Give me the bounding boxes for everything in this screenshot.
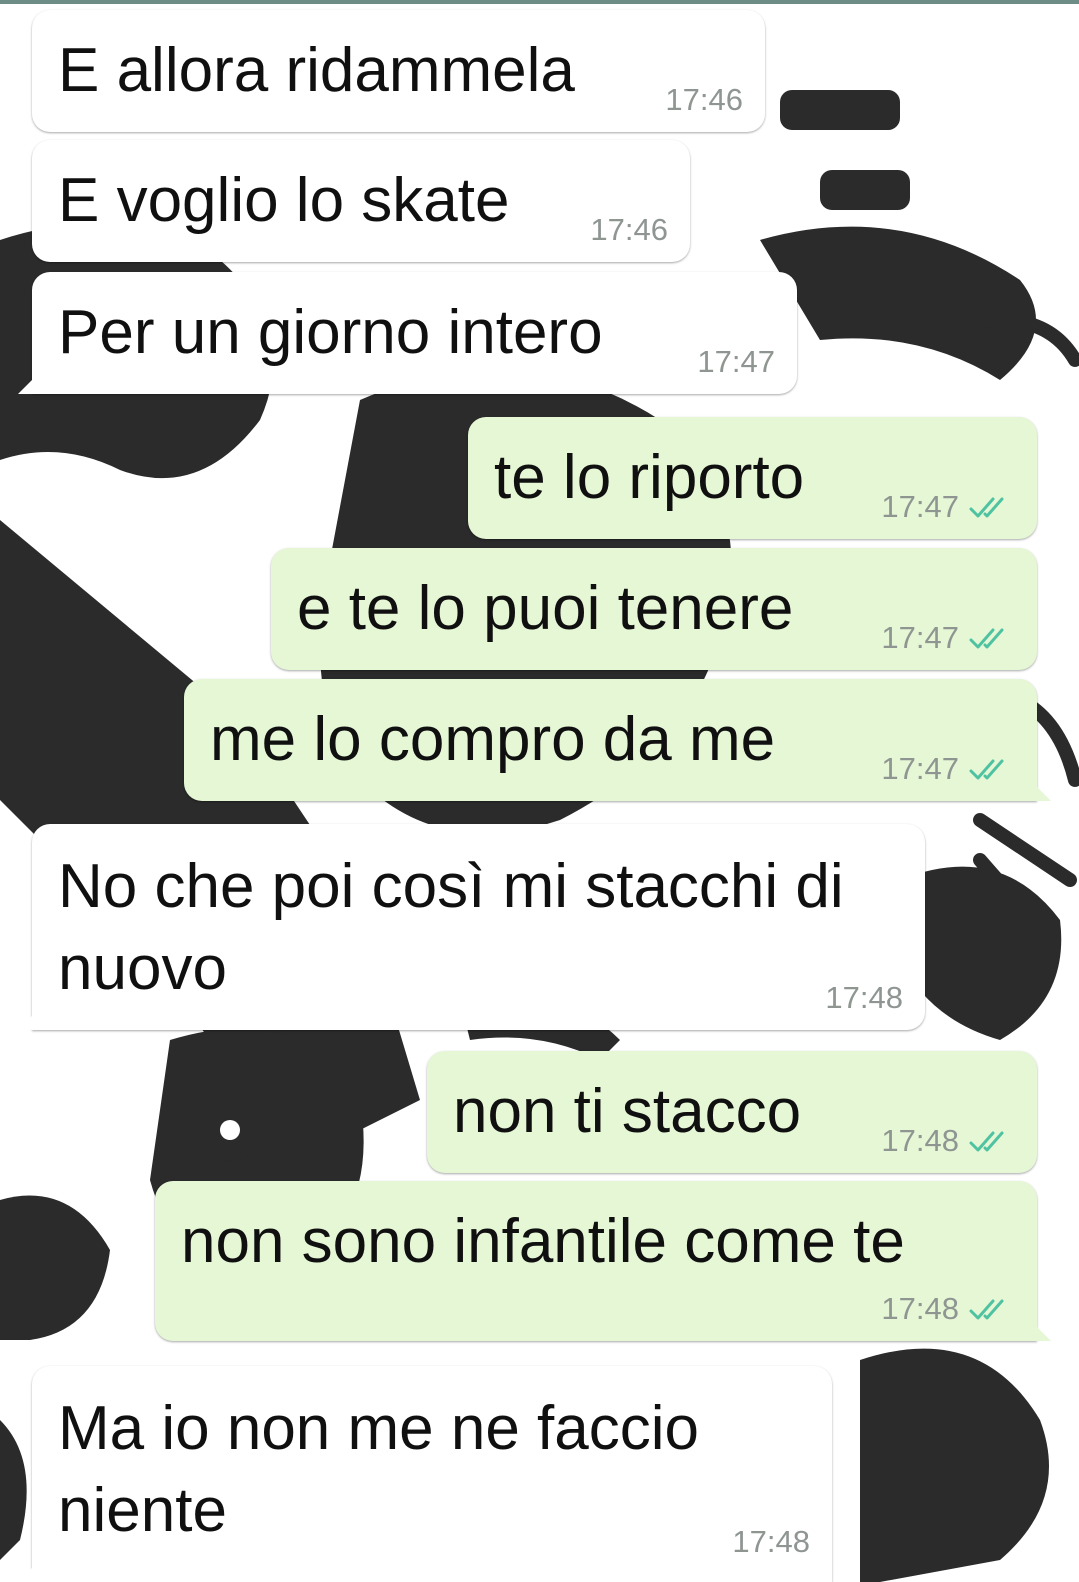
double-check-icon bbox=[969, 1299, 1004, 1320]
message-timestamp: 17:46 bbox=[590, 212, 668, 247]
message-bubble-outgoing[interactable]: te lo riporto 17:47 bbox=[468, 417, 1037, 539]
message-bubble-outgoing[interactable]: e te lo puoi tenere 17:47 bbox=[271, 548, 1037, 670]
message-text: Ma io non me ne faccio niente bbox=[58, 1394, 717, 1545]
message-timestamp: 17:48 bbox=[825, 980, 903, 1015]
bubble-tail bbox=[1033, 783, 1051, 801]
message-timestamp: 17:48 bbox=[732, 1524, 810, 1559]
message-meta: 17:47 bbox=[697, 344, 775, 380]
message-bubble-incoming[interactable]: E voglio lo skate 17:46 bbox=[32, 140, 690, 262]
message-meta: 17:47 bbox=[881, 620, 1015, 656]
message-text: non sono infantile come te bbox=[181, 1207, 905, 1276]
bubble-tail bbox=[18, 1564, 36, 1582]
message-bubble-outgoing[interactable]: non ti stacco 17:48 bbox=[427, 1051, 1037, 1173]
bubble-tail bbox=[1033, 1323, 1051, 1341]
double-check-icon bbox=[969, 628, 1004, 649]
message-timestamp: 17:48 bbox=[881, 1123, 959, 1158]
message-timestamp: 17:46 bbox=[665, 82, 743, 117]
message-meta: 17:48 bbox=[881, 1291, 1015, 1327]
message-bubble-incoming[interactable]: Per un giorno intero 17:47 bbox=[18, 272, 797, 394]
chat-conversation: E allora ridammela 17:46 E voglio lo ska… bbox=[0, 0, 1079, 1582]
message-timestamp: 17:47 bbox=[881, 489, 959, 524]
message-bubble-incoming[interactable]: Ma io non me ne faccio niente 17:48 bbox=[18, 1366, 832, 1582]
message-text: Per un giorno intero bbox=[58, 298, 603, 367]
message-meta: 17:48 bbox=[732, 1524, 810, 1560]
double-check-icon bbox=[969, 759, 1004, 780]
double-check-icon bbox=[969, 1131, 1004, 1152]
message-text: E voglio lo skate bbox=[58, 166, 510, 235]
message-meta: 17:46 bbox=[665, 82, 743, 118]
message-meta: 17:48 bbox=[881, 1123, 1015, 1159]
message-text: te lo riporto bbox=[494, 443, 805, 512]
message-bubble-incoming[interactable]: No che poi così mi stacchi di nuovo 17:4… bbox=[18, 824, 925, 1030]
message-meta: 17:47 bbox=[881, 751, 1015, 787]
bubble-tail bbox=[18, 1012, 36, 1030]
message-timestamp: 17:47 bbox=[881, 751, 959, 786]
message-meta: 17:48 bbox=[825, 980, 903, 1016]
message-text: me lo compro da me bbox=[210, 705, 776, 774]
message-timestamp: 17:48 bbox=[881, 1291, 959, 1326]
message-text: non ti stacco bbox=[453, 1077, 802, 1146]
message-text: E allora ridammela bbox=[58, 36, 575, 105]
message-text: No che poi così mi stacchi di nuovo bbox=[58, 852, 861, 1003]
bubble-tail bbox=[18, 376, 36, 394]
message-text: e te lo puoi tenere bbox=[297, 574, 794, 643]
message-bubble-outgoing[interactable]: me lo compro da me 17:47 bbox=[184, 679, 1051, 801]
message-bubble-incoming[interactable]: E allora ridammela 17:46 bbox=[32, 10, 765, 132]
message-bubble-outgoing[interactable]: non sono infantile come te 17:48 bbox=[155, 1181, 1051, 1341]
message-meta: 17:47 bbox=[881, 489, 1015, 525]
message-timestamp: 17:47 bbox=[697, 344, 775, 379]
message-timestamp: 17:47 bbox=[881, 620, 959, 655]
message-meta: 17:46 bbox=[590, 212, 668, 248]
double-check-icon bbox=[969, 497, 1004, 518]
